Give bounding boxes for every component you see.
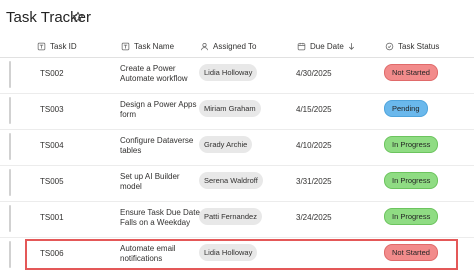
table-row[interactable]: TS002 Create a Power Automate workflow L…	[0, 57, 474, 94]
status-badge: In Progress	[384, 172, 439, 189]
sort-descending-icon	[348, 42, 354, 50]
task-id-cell: TS005	[40, 177, 64, 186]
table-row[interactable]: TS006 Automate email notifications Lidia…	[0, 237, 474, 273]
task-id-cell: TS006	[40, 249, 64, 258]
row-select-handle[interactable]	[9, 133, 11, 160]
task-id-cell: TS002	[40, 69, 64, 78]
task-name-cell: Ensure Task Due Date Falls on a Weekday	[120, 208, 200, 227]
column-header-due-date[interactable]: Due Date	[297, 40, 356, 52]
due-date-cell: 4/30/2025	[296, 69, 332, 78]
row-select-handle[interactable]	[9, 61, 11, 88]
column-header-task-status[interactable]: Task Status	[385, 40, 439, 52]
status-badge: Not Started	[384, 244, 438, 261]
table-row[interactable]: TS003 Design a Power Apps form Miriam Gr…	[0, 93, 474, 130]
status-badge: Not Started	[384, 64, 438, 81]
column-header-assigned-to[interactable]: Assigned To	[200, 40, 256, 52]
assigned-to-chip[interactable]: Serena Waldroff	[199, 172, 263, 189]
task-name-cell: Set up AI Builder model	[120, 172, 180, 191]
due-date-cell: 3/24/2025	[296, 213, 332, 222]
task-tracker-app: Task Tracker Task ID Task Name Assigned …	[0, 0, 474, 279]
row-select-handle[interactable]	[9, 241, 11, 268]
star-icon[interactable]	[72, 11, 84, 23]
task-list-grid: Task ID Task Name Assigned To Due Date T…	[0, 34, 474, 279]
due-date-cell: 4/15/2025	[296, 105, 332, 114]
column-header-label: Due Date	[310, 41, 344, 51]
status-badge: In Progress	[384, 136, 439, 153]
row-select-handle[interactable]	[9, 97, 11, 124]
status-badge: Pending	[384, 100, 428, 117]
assigned-to-chip[interactable]: Grady Archie	[199, 136, 253, 153]
task-id-cell: TS001	[40, 213, 64, 222]
assigned-to-chip[interactable]: Lidia Holloway	[199, 244, 258, 261]
table-row[interactable]: TS001 Ensure Task Due Date Falls on a We…	[0, 201, 474, 238]
column-header-label: Task ID	[50, 41, 77, 51]
assigned-to-chip[interactable]: Patti Fernandez	[199, 208, 262, 225]
row-select-handle[interactable]	[9, 169, 11, 196]
task-name-cell: Design a Power Apps form	[120, 100, 197, 119]
status-badge: In Progress	[384, 208, 439, 225]
choice-column-icon	[385, 42, 394, 50]
column-header-task-id[interactable]: Task ID	[37, 40, 77, 52]
task-name-cell: Automate email notifications	[120, 244, 176, 263]
table-row[interactable]: TS004 Configure Dataverse tables Grady A…	[0, 129, 474, 166]
text-column-icon	[121, 42, 130, 50]
calendar-icon	[297, 42, 306, 50]
task-name-cell: Configure Dataverse tables	[120, 136, 194, 155]
row-select-handle[interactable]	[9, 205, 11, 232]
assigned-to-chip[interactable]: Lidia Holloway	[199, 64, 258, 81]
person-icon	[201, 42, 208, 50]
column-header-label: Task Status	[398, 41, 440, 51]
column-header-label: Assigned To	[213, 41, 257, 51]
task-name-cell: Create a Power Automate workflow	[120, 64, 188, 83]
column-header-task-name[interactable]: Task Name	[121, 40, 174, 52]
table-row[interactable]: TS005 Set up AI Builder model Serena Wal…	[0, 165, 474, 202]
task-id-cell: TS003	[40, 105, 64, 114]
assigned-to-chip[interactable]: Miriam Graham	[199, 100, 261, 117]
task-id-cell: TS004	[40, 141, 64, 150]
text-column-icon	[37, 42, 46, 50]
column-header-row: Task ID Task Name Assigned To Due Date T…	[0, 34, 474, 58]
due-date-cell: 3/31/2025	[296, 177, 332, 186]
column-header-label: Task Name	[134, 41, 175, 51]
due-date-cell: 4/10/2025	[296, 141, 332, 150]
